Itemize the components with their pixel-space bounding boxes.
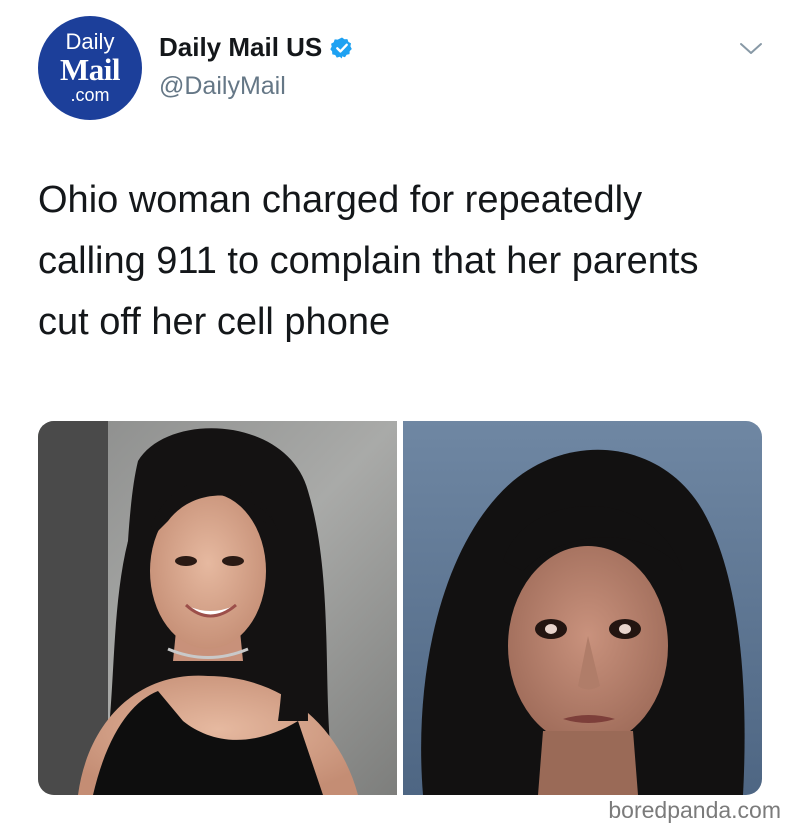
watermark: boredpanda.com (608, 797, 781, 823)
handle[interactable]: @DailyMail (159, 72, 286, 101)
avatar-line1: Daily (65, 28, 115, 54)
mugshot-photo[interactable] (403, 421, 762, 795)
portrait-photo[interactable] (38, 421, 397, 795)
avatar[interactable]: Daily Mail .com (38, 16, 142, 120)
chevron-down-icon[interactable] (738, 40, 764, 58)
avatar-line3: .com (70, 84, 110, 105)
verified-badge-icon (330, 37, 353, 58)
avatar-line2: Mail (60, 51, 121, 87)
tweet-text: Ohio woman charged for repeatedly callin… (38, 179, 699, 343)
display-name[interactable]: Daily Mail US (159, 32, 322, 63)
mugshot-image (403, 421, 762, 795)
author-name-row[interactable]: Daily Mail US (159, 32, 354, 63)
tweet-media[interactable] (38, 421, 762, 795)
portrait-image (38, 421, 397, 795)
